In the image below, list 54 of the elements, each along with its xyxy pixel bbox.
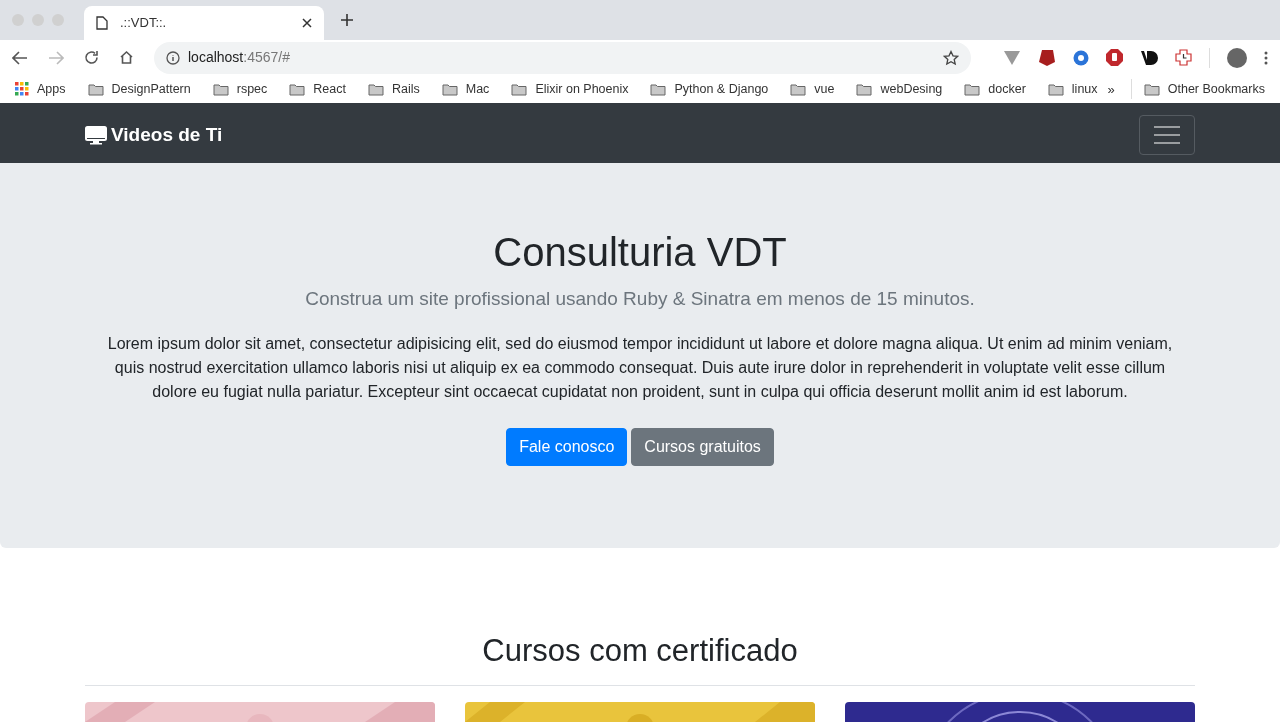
bookmark-item[interactable]: Apps [15,80,66,99]
bookmark-item[interactable]: rspec [212,80,268,99]
folder-icon [367,83,384,96]
bookmark-item[interactable]: vue [790,80,835,99]
page-icon [96,15,108,30]
close-icon[interactable] [302,17,312,28]
hero-lead: Construa um site profissional usando Ruby & Sinatra em menos de 15 minutos. [305,287,975,312]
folder-icon [441,83,458,96]
bookmarks-overflow-button[interactable]: » [1107,79,1115,100]
courses-button[interactable]: Cursos gratuitos [631,427,774,466]
folder-icon [790,83,807,96]
folder-icon [511,83,528,96]
menu-icon[interactable] [1264,50,1268,65]
folder-icon [964,83,981,96]
bookmark-item[interactable]: webDesing [856,80,943,99]
folder-icon [87,83,104,96]
menu-icon [1154,125,1180,146]
tab-title: .::VDT::. [120,14,168,32]
apps-grid-icon [15,82,29,97]
folder-icon [856,83,873,96]
bookmark-item[interactable]: Python & Django [650,80,769,99]
url-text: localhost:4567/# [188,48,291,68]
reload-icon[interactable] [84,50,99,66]
bookmark-item[interactable]: DesignPattern [87,80,191,99]
v-extension-icon[interactable] [1003,49,1021,66]
section-title: Cursos com certificado [482,632,798,671]
home-icon[interactable] [119,50,134,66]
bookmark-item[interactable]: React [289,80,346,99]
address-bar[interactable]: localhost:4567/# [154,41,971,74]
bookmark-item[interactable]: linux [1047,80,1098,99]
star-icon[interactable] [943,49,959,66]
new-tab-icon[interactable] [340,12,354,27]
vd-extension-icon[interactable] [1140,49,1158,66]
folder-icon [650,83,667,96]
monitor-icon [85,125,107,145]
brand-link[interactable]: Videos de Ti [85,121,223,150]
bookmark-item[interactable]: Mac [441,80,490,99]
back-icon[interactable] [12,50,28,65]
folder-icon [212,83,229,96]
hero-text: Lorem ipsum dolor sit amet, consectetur adipisicing elit, sed do eiusmod tempor incididunt ut labore et dolore magna aliqua. Ut enim ad minim veniam, quis nostrud exercitation ullamco laboris nisi ut aliquip ex ea commodo consequat. Duis aute irure dolor in reprehenderit in voluptate velit esse cillum dolore eu fugiat nulla pariatur. Excepteur sint occaecat cupidatat non proident, sunt in culpa qui officia deserunt mollit anim id est laborum. [106,333,1174,402]
bookmark-item[interactable]: Rails [367,80,420,99]
circle-extension-icon[interactable] [1073,49,1089,66]
menu-toggle-button[interactable] [1139,115,1195,156]
avatar-icon[interactable] [1227,47,1247,68]
other-bookmarks-item[interactable]: Other Bookmarks [1143,80,1265,99]
bookmark-item[interactable]: docker [964,80,1026,99]
hero-title: Consulturia VDT [493,229,787,277]
browser-tab[interactable]: .::VDT::. [84,5,324,40]
bookmark-item[interactable]: Elixir on Phoenix [511,80,629,99]
folder-icon [1143,83,1160,96]
folder-icon [289,83,306,96]
contact-button[interactable]: Fale conosco [506,427,628,466]
folder-icon [1047,83,1064,96]
info-icon[interactable] [166,50,180,65]
